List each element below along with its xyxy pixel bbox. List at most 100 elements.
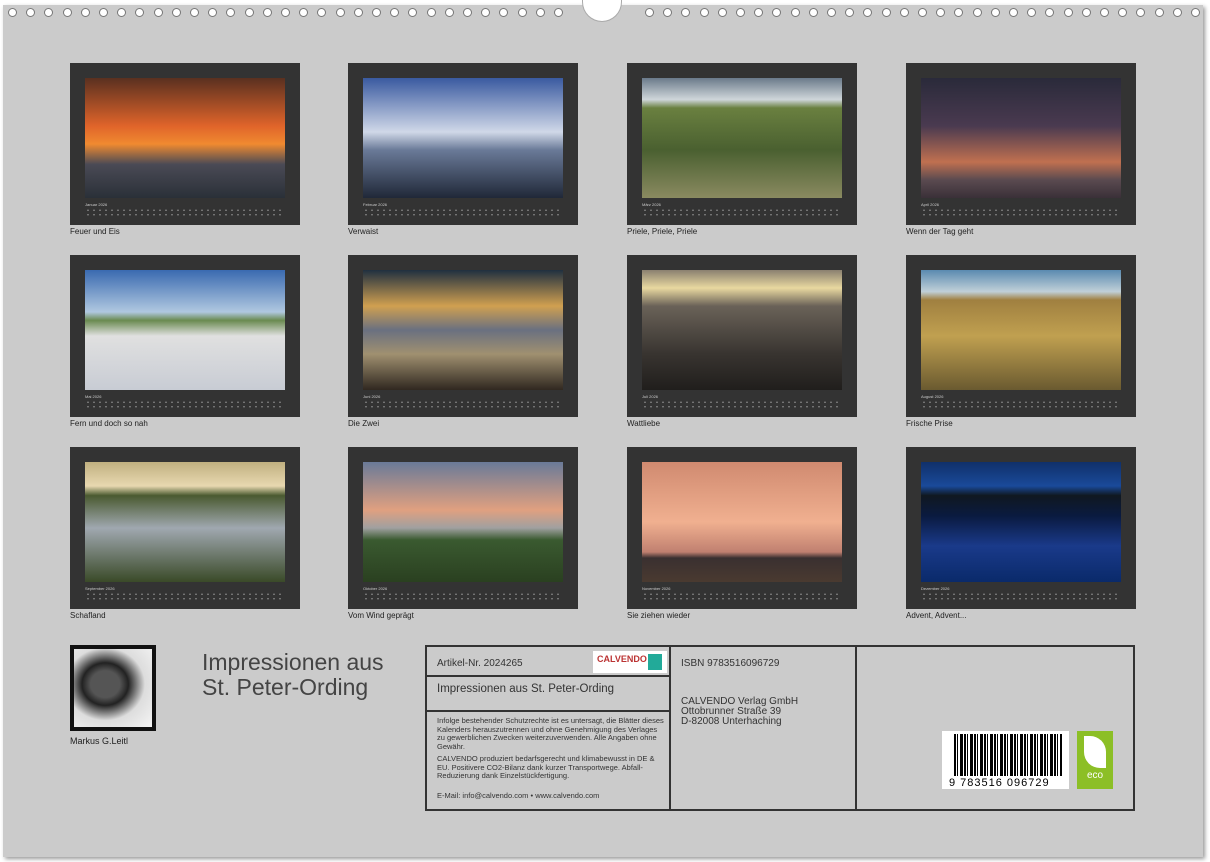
month-label: Januar 2026 [85,202,107,207]
month-page: August 2026 [906,255,1136,417]
month-photo [642,462,842,582]
month-photo [85,270,285,390]
ring-hole [245,8,254,17]
ring-hole [554,8,563,17]
month-page: April 2026 [906,63,1136,225]
month-page: März 2026 [627,63,857,225]
leaf-icon [1084,736,1106,768]
ring-hole [973,8,982,17]
ring-hole [918,8,927,17]
calendar-strip [363,208,563,217]
ring-hole [336,8,345,17]
ring-hole [1064,8,1073,17]
legal-cell: Infolge bestehender Schutzrechte ist es … [427,712,671,809]
calendar-strip [921,400,1121,409]
ring-hole [226,8,235,17]
ring-hole [663,8,672,17]
product-title-cell: Impressionen aus St. Peter-Ording [427,677,671,712]
calendar-strip [363,592,563,601]
ring-hole [481,8,490,17]
calendar-strip [363,400,563,409]
ring-hole [736,8,745,17]
ring-hole [208,8,217,17]
month-label: Juni 2026 [363,394,380,399]
month-caption: Feuer und Eis [70,227,120,236]
ring-hole [354,8,363,17]
article-cell: Artikel-Nr. 2024265 CALVENDO [427,647,671,677]
month-caption: Frische Prise [906,419,953,428]
ring-hole [44,8,53,17]
ring-hole [900,8,909,17]
calendar-title: Impressionen ausSt. Peter-Ording [202,650,384,700]
ring-hole [8,8,17,17]
ring-hole [299,8,308,17]
month-photo [921,270,1121,390]
month-page: November 2026 [627,447,857,609]
isbn: ISBN 9783516096729 [681,658,779,669]
climate-notice: CALVENDO produziert bedarfsgerecht und k… [437,755,667,781]
month-caption: Wenn der Tag geht [906,227,973,236]
eco-badge: eco [1077,731,1113,789]
ring-hole [154,8,163,17]
ring-hole [827,8,836,17]
calendar-strip [85,592,285,601]
month-photo [642,270,842,390]
title-line-2: St. Peter-Ording [202,675,384,700]
month-photo [85,78,285,198]
author-photo [70,645,156,731]
author-name: Markus G.Leitl [70,736,128,746]
month-label: März 2026 [642,202,661,207]
ring-hole [499,8,508,17]
month-photo [921,78,1121,198]
ring-hole [645,8,654,17]
ring-hole [991,8,1000,17]
ring-hole [518,8,527,17]
ring-hole [809,8,818,17]
barcode-number: 9 783516 096729 [947,777,1052,789]
ring-hole [1173,8,1182,17]
ring-hole [1045,8,1054,17]
month-label: Juli 2026 [642,394,658,399]
ring-hole [845,8,854,17]
ring-hole [63,8,72,17]
ring-hole [1191,8,1200,17]
month-label: November 2026 [642,586,670,591]
month-page: Mai 2026 [70,255,300,417]
calvendo-logo: CALVENDO [593,651,667,673]
contact-info: E-Mail: info@calvendo.com • www.calvendo… [437,792,599,801]
ring-hole [99,8,108,17]
month-page: Dezember 2026 [906,447,1136,609]
ring-hole [718,8,727,17]
month-photo [363,270,563,390]
month-label: Oktober 2026 [363,586,387,591]
article-number: Artikel-Nr. 2024265 [437,658,523,669]
month-photo [363,78,563,198]
calendar-strip [642,208,842,217]
month-photo [85,462,285,582]
month-photo [642,78,842,198]
month-caption: Advent, Advent... [906,611,966,620]
calendar-strip [921,208,1121,217]
ring-hole [863,8,872,17]
ring-hole [1136,8,1145,17]
ring-hole [754,8,763,17]
ring-hole [172,8,181,17]
month-caption: Wattliebe [627,419,660,428]
month-page: Oktober 2026 [348,447,578,609]
month-page: Februar 2026 [348,63,578,225]
ring-hole [1082,8,1091,17]
month-label: April 2026 [921,202,939,207]
ring-hole [190,8,199,17]
month-label: Dezember 2026 [921,586,949,591]
month-page: September 2026 [70,447,300,609]
month-caption: Vom Wind geprägt [348,611,414,620]
ring-hole [1118,8,1127,17]
month-caption: Verwaist [348,227,378,236]
ring-hole [1100,8,1109,17]
calendar-strip [642,592,842,601]
publisher-cell: ISBN 9783516096729 CALVENDO Verlag GmbH … [671,647,857,809]
month-photo [363,462,563,582]
ring-hole [390,8,399,17]
month-caption: Sie ziehen wieder [627,611,690,620]
ring-hole [882,8,891,17]
